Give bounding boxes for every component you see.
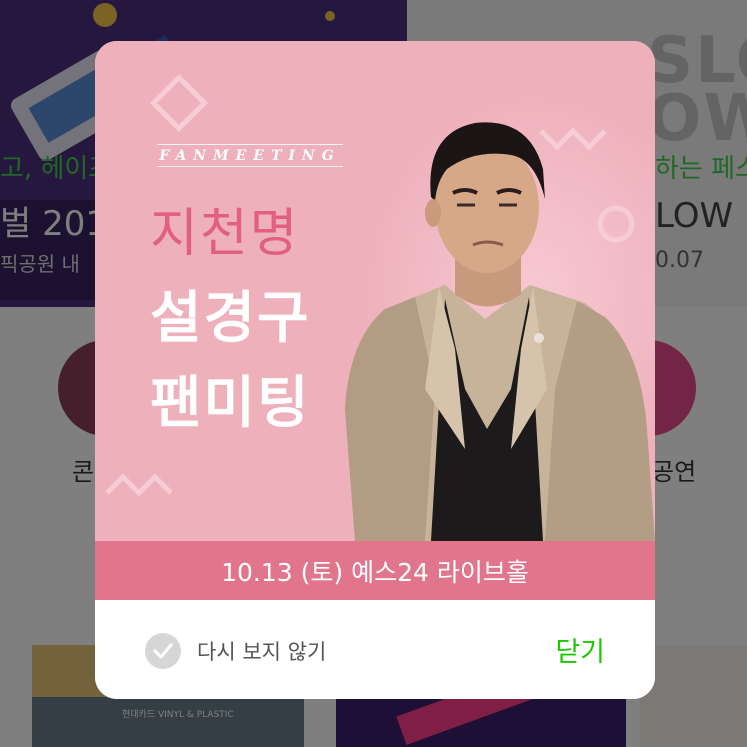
poster-title-line2: 설경구 — [150, 286, 311, 351]
popup-footer: 다시 보지 않기 닫기 — [95, 600, 655, 699]
event-poster[interactable]: FANMEETING 지천명 설경구 팬미팅 — [95, 41, 655, 541]
close-button[interactable]: 닫기 — [555, 630, 605, 669]
poster-title-line1: 지천명 — [150, 204, 300, 264]
poster-title-line3: 팬미팅 — [150, 371, 311, 436]
dont-show-again-toggle[interactable]: 다시 보지 않기 — [145, 633, 326, 669]
actor-photo — [345, 122, 655, 541]
fanmeeting-popup: FANMEETING 지천명 설경구 팬미팅 10.13 (토) 예스24 라이… — [95, 41, 655, 699]
date-venue-text: 10.13 (토) 예스24 라이브홀 — [221, 557, 529, 587]
check-icon[interactable] — [145, 633, 181, 669]
date-venue-band: 10.13 (토) 예스24 라이브홀 — [95, 541, 655, 600]
dont-show-again-label[interactable]: 다시 보지 않기 — [197, 636, 326, 666]
